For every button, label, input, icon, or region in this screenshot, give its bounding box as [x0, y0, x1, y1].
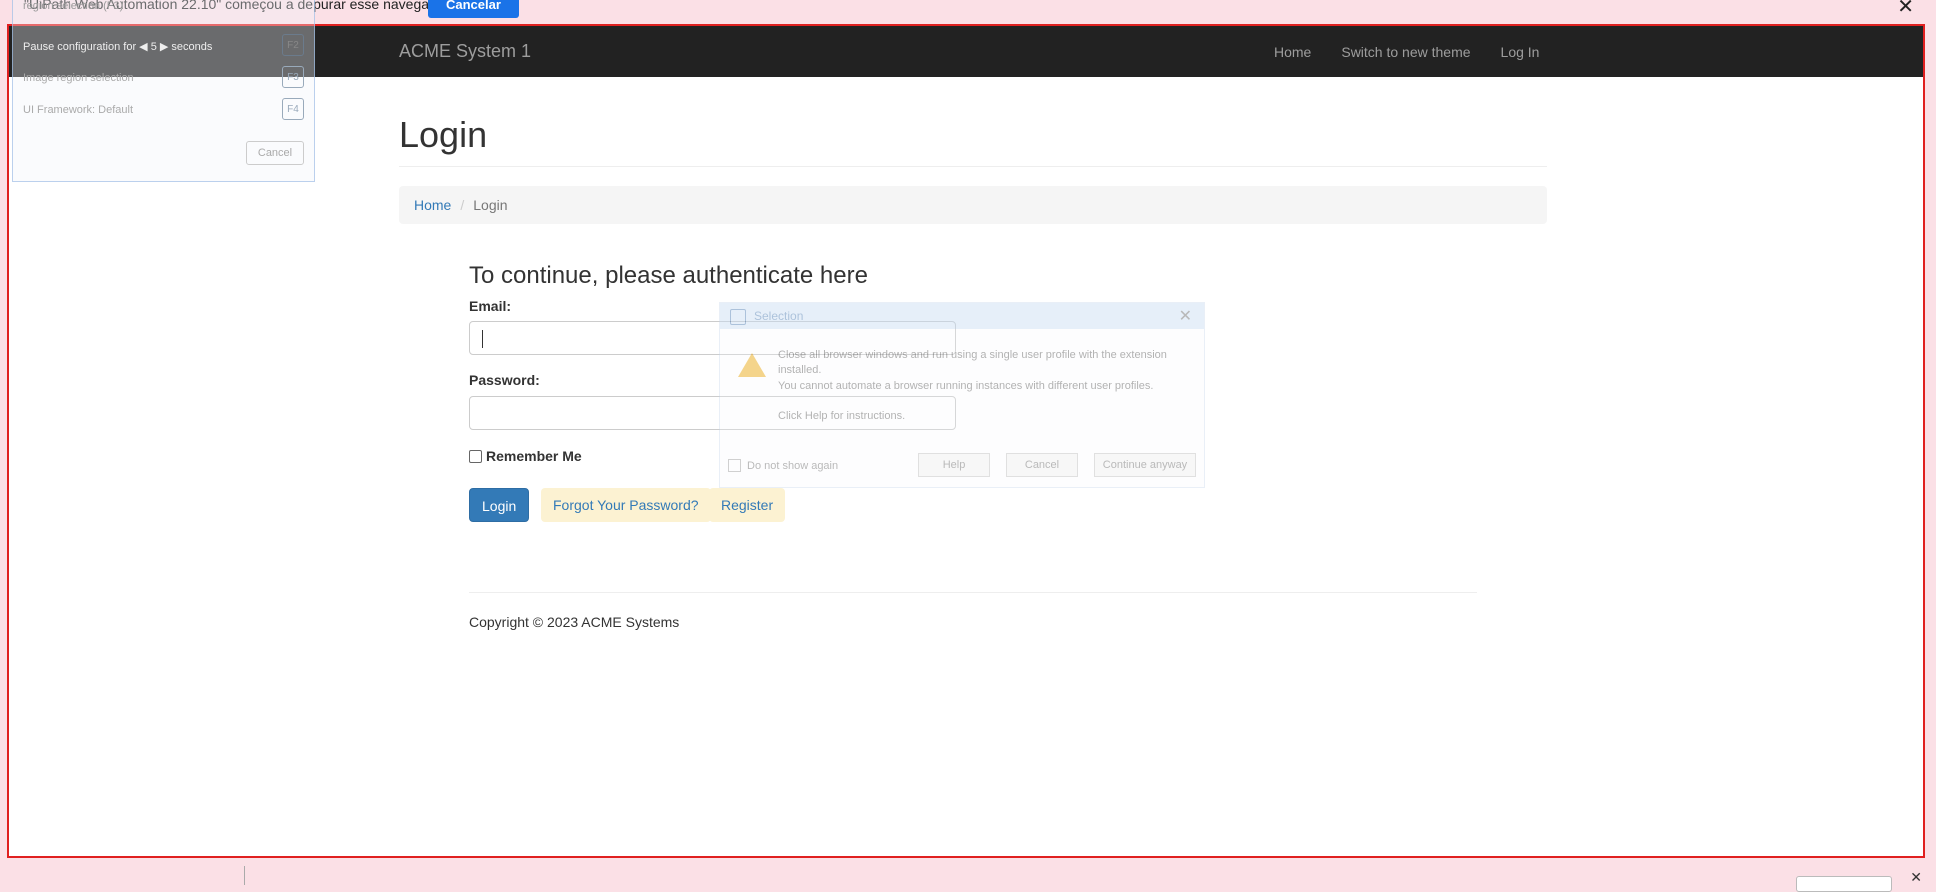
dont-show-checkbox[interactable] [728, 459, 741, 472]
close-icon[interactable]: ✕ [1910, 869, 1922, 886]
nav-home-link[interactable]: Home [1274, 44, 1311, 60]
region-cancel-button[interactable]: Cancel [246, 141, 304, 165]
help-button[interactable]: Help [918, 453, 990, 477]
footer-divider [469, 592, 1477, 593]
remember-me-label[interactable]: Remember Me [486, 448, 582, 464]
login-button[interactable]: Login [469, 488, 530, 522]
breadcrumb-home-link[interactable]: Home [414, 197, 451, 213]
auth-heading: To continue, please authenticate here [469, 262, 868, 289]
region-panel-header: region selection (F3) [23, 0, 124, 12]
nav-login-link[interactable]: Log In [1501, 44, 1540, 60]
breadcrumb-current: Login [473, 197, 508, 213]
breadcrumb: Home / Login [399, 186, 1547, 224]
dialog-title: Selection [754, 309, 804, 323]
nav-links: Home Switch to new theme Log In [1274, 26, 1539, 77]
text-caret [482, 330, 483, 348]
dont-show-label: Do not show again [747, 459, 839, 472]
dialog-message-line: Close all browser windows and run using … [778, 349, 1167, 361]
dialog-titlebar: Selection ✕ [720, 303, 1204, 329]
close-icon[interactable]: ✕ [1897, 0, 1914, 19]
region-selection-panel: region selection (F3) Pause configuratio… [12, 0, 315, 182]
download-bar-separator [244, 866, 245, 885]
password-label: Password: [469, 372, 540, 388]
title-divider [399, 166, 1547, 167]
dialog-message-line: installed. [778, 364, 822, 376]
pause-config-row[interactable]: Pause configuration for ◀ 5 ▶ seconds [23, 40, 212, 53]
forgot-password-button[interactable]: Forgot Your Password? [541, 488, 711, 522]
download-bar-button[interactable] [1796, 876, 1892, 892]
app-icon [730, 309, 746, 325]
register-button[interactable]: Register [709, 488, 786, 522]
download-bar: ✕ [0, 858, 1936, 892]
copyright-text: Copyright © 2023 ACME Systems [469, 614, 680, 630]
remember-me-checkbox[interactable] [469, 449, 482, 463]
warning-icon [738, 353, 766, 377]
selection-dialog: Selection ✕ Close all browser windows an… [719, 302, 1205, 488]
close-icon[interactable]: ✕ [1179, 306, 1192, 326]
debug-cancel-button[interactable]: Cancelar [428, 0, 519, 18]
image-region-row[interactable]: Image region selection [23, 72, 134, 84]
remember-me: Remember Me [469, 448, 582, 464]
email-label: Email: [469, 298, 512, 314]
f2-key: F2 [282, 34, 304, 56]
f4-key: F4 [282, 98, 304, 120]
continue-anyway-button[interactable]: Continue anyway [1094, 453, 1196, 477]
ui-framework-row[interactable]: UI Framework: Default [23, 104, 133, 116]
nav-switch-theme-link[interactable]: Switch to new theme [1341, 44, 1470, 60]
f3-key: F3 [282, 66, 304, 88]
dialog-message-line: You cannot automate a browser running in… [778, 380, 1154, 392]
brand-link[interactable]: ACME System 1 [399, 41, 531, 62]
page-title: Login [399, 114, 488, 155]
dialog-message-line: Click Help for instructions. [778, 410, 906, 422]
breadcrumb-separator: / [460, 197, 465, 213]
dont-show-again[interactable]: Do not show again [728, 459, 838, 472]
dialog-cancel-button[interactable]: Cancel [1006, 453, 1078, 477]
